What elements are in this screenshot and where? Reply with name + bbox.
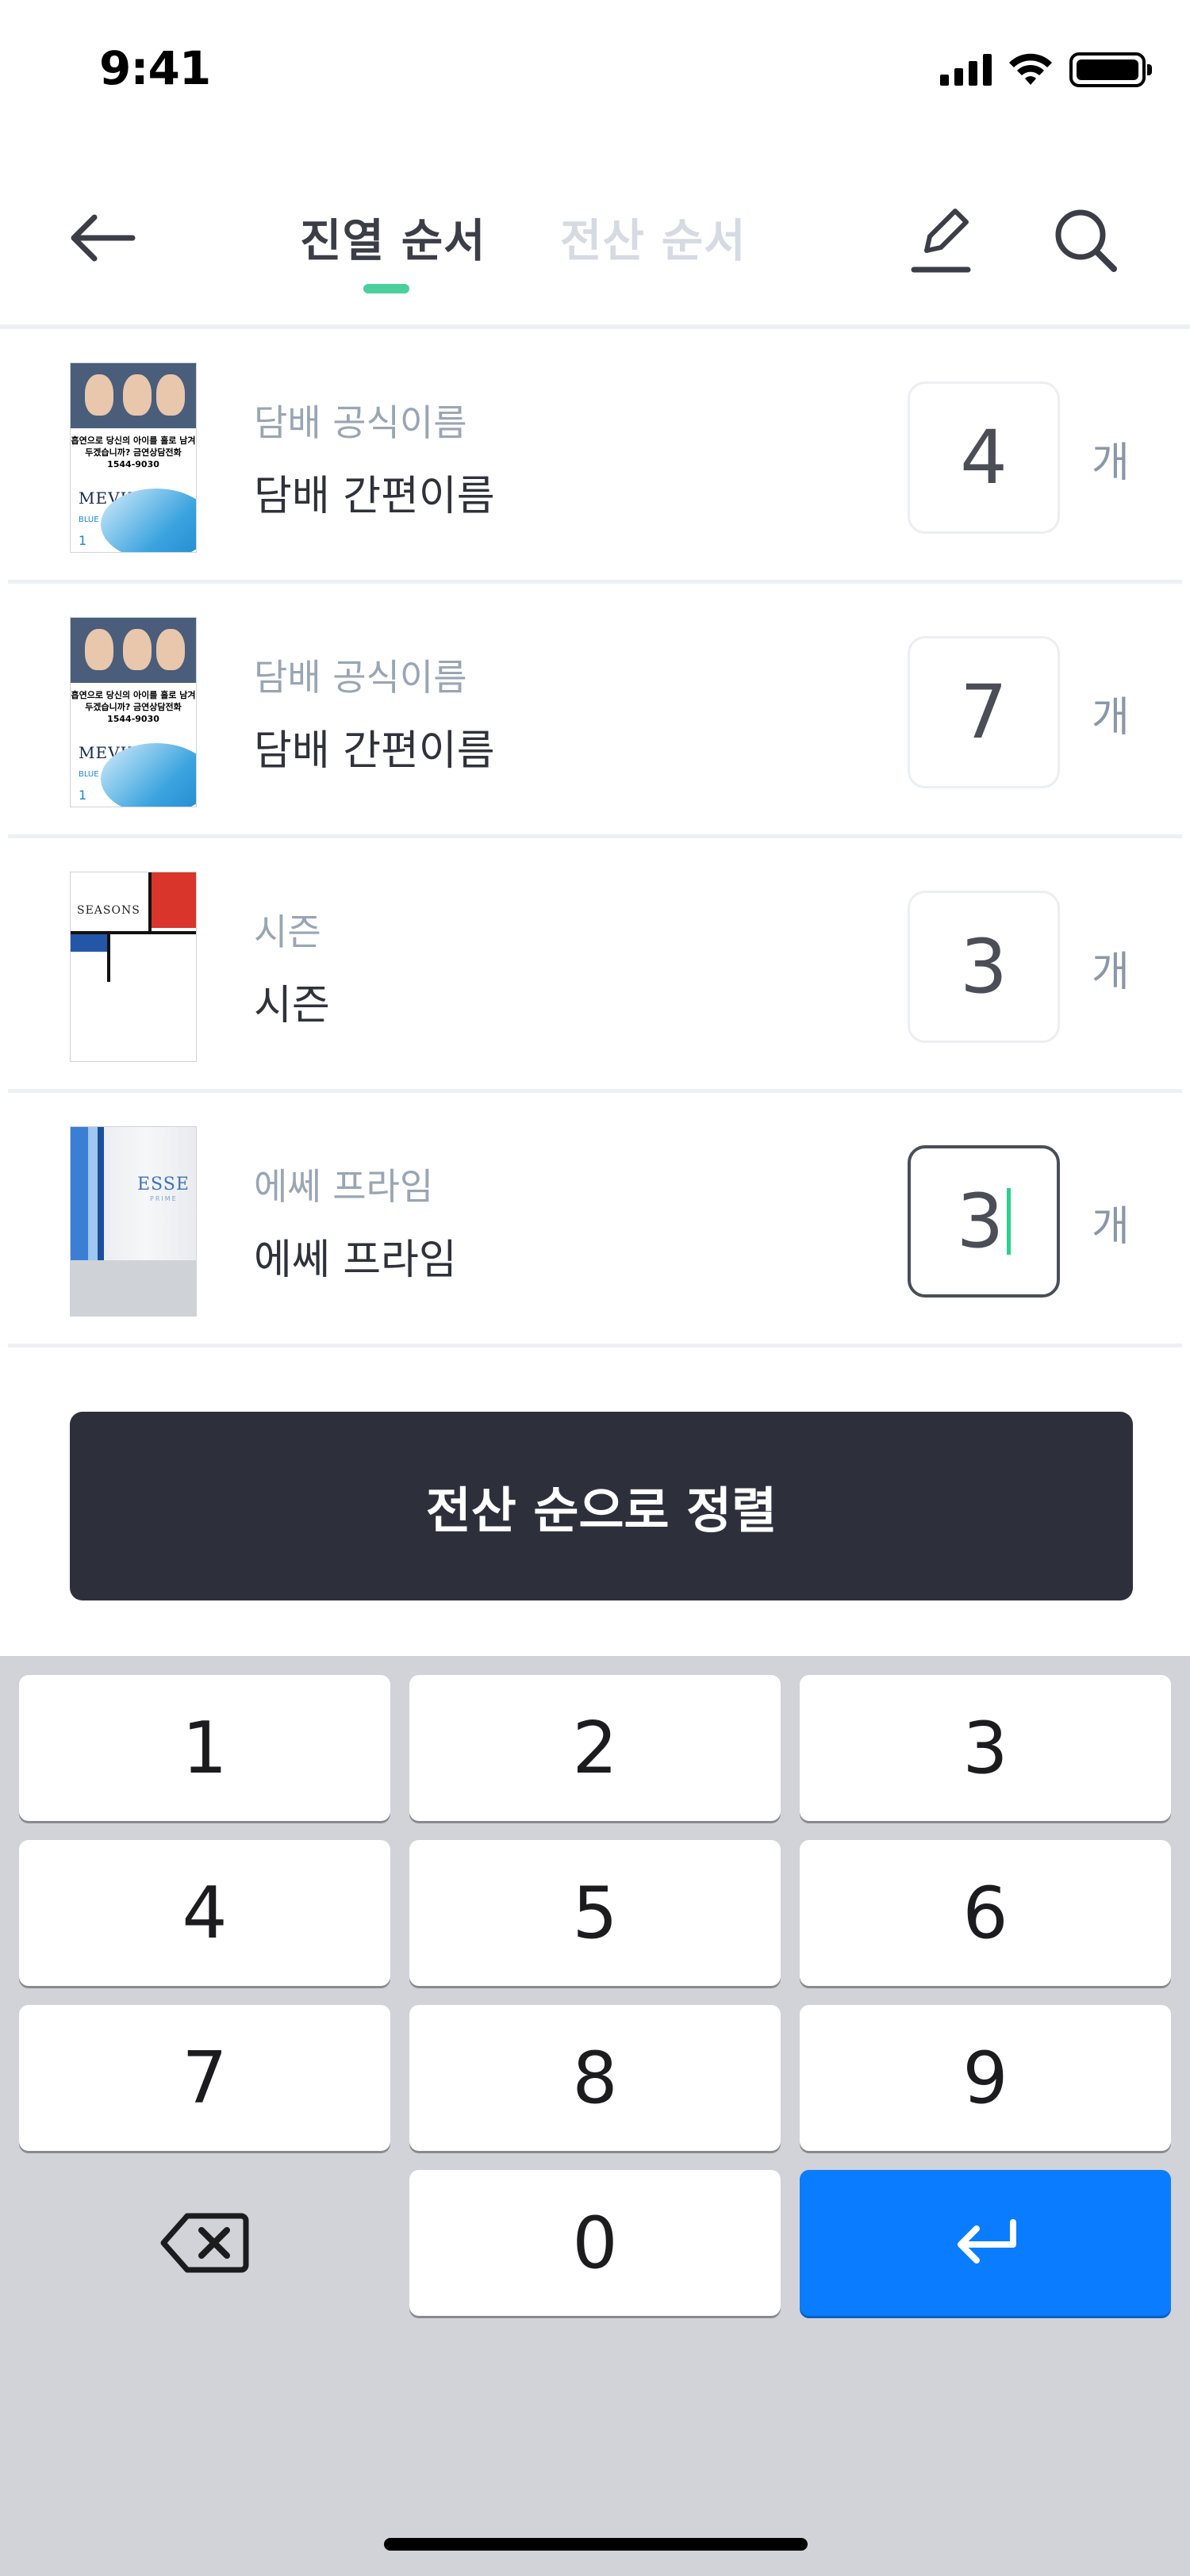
list-item[interactable]: SEASONS 시즌 시즌 3 개 — [8, 838, 1182, 1093]
short-name: 담배 간편이름 — [254, 473, 495, 520]
quantity-value: 3 — [956, 1178, 1004, 1265]
arrow-left-icon — [71, 214, 136, 262]
short-name: 시즌 — [254, 982, 330, 1029]
unit-label: 개 — [1092, 1203, 1130, 1251]
tab-system-order[interactable]: 전산 순서 — [560, 205, 747, 270]
key-8[interactable]: 8 — [409, 2005, 781, 2151]
pencil-icon — [911, 209, 971, 273]
status-icons — [940, 52, 1152, 87]
quantity-input-focused[interactable]: 3 — [908, 1145, 1060, 1298]
quantity-input[interactable]: 7 — [908, 636, 1060, 788]
unit-label: 개 — [1092, 439, 1130, 487]
battery-icon — [1069, 52, 1152, 87]
key-6[interactable]: 6 — [800, 1840, 1171, 1986]
key-2[interactable]: 2 — [409, 1675, 781, 1821]
edit-button[interactable] — [900, 200, 979, 279]
quantity-input[interactable]: 3 — [908, 891, 1060, 1043]
text-caret — [1007, 1188, 1012, 1255]
backspace-icon — [160, 2213, 249, 2273]
product-image: SEASONS — [70, 872, 197, 1062]
return-icon — [958, 2219, 1016, 2264]
search-button[interactable] — [1047, 200, 1127, 279]
home-indicator — [384, 2538, 808, 2551]
sort-by-system-order-button[interactable]: 전산 순으로 정렬 — [70, 1412, 1133, 1600]
official-name: 시즌 — [254, 910, 321, 953]
key-1[interactable]: 1 — [19, 1675, 390, 1821]
list-item[interactable]: 흡연으로 당신의 아이를 홀로 남겨두겠습니까? 금연상담전화 1544-903… — [8, 329, 1182, 584]
product-image: 흡연으로 당신의 아이를 홀로 남겨두겠습니까? 금연상담전화 1544-903… — [70, 362, 197, 553]
key-3[interactable]: 3 — [800, 1675, 1171, 1821]
unit-label: 개 — [1092, 694, 1130, 742]
product-image: ESSE PRIME — [70, 1126, 197, 1317]
delete-key[interactable] — [19, 2170, 390, 2316]
official-name: 에쎄 프라임 — [254, 1165, 434, 1208]
list-item[interactable]: 흡연으로 당신의 아이를 홀로 남겨두겠습니까? 금연상담전화 1544-903… — [8, 584, 1182, 838]
official-name: 담배 공식이름 — [254, 401, 467, 444]
status-bar: 9:41 — [0, 0, 1190, 143]
search-icon — [1055, 209, 1117, 272]
unit-label: 개 — [1092, 949, 1130, 996]
header: 진열 순서 전산 순서 — [0, 143, 1190, 329]
short-name: 에쎄 프라임 — [254, 1236, 457, 1284]
cigarette-list: 흡연으로 당신의 아이를 홀로 남겨두겠습니까? 금연상담전화 1544-903… — [0, 329, 1190, 1347]
product-image: 흡연으로 당신의 아이를 홀로 남겨두겠습니까? 금연상담전화 1544-903… — [70, 617, 197, 807]
key-5[interactable]: 5 — [409, 1840, 781, 1986]
short-name: 담배 간편이름 — [254, 727, 495, 775]
key-0[interactable]: 0 — [409, 2170, 781, 2316]
wifi-icon — [1009, 53, 1052, 85]
enter-key[interactable] — [800, 2170, 1171, 2316]
official-name: 담배 공식이름 — [254, 656, 467, 699]
status-time: 9:41 — [99, 41, 211, 95]
list-item[interactable]: ESSE PRIME 에쎄 프라임 에쎄 프라임 3 개 — [8, 1093, 1182, 1347]
back-button[interactable] — [62, 198, 141, 278]
tab-active-indicator — [363, 284, 409, 293]
tab-display-order[interactable]: 진열 순서 — [300, 205, 486, 270]
key-7[interactable]: 7 — [19, 2005, 390, 2151]
key-9[interactable]: 9 — [800, 2005, 1171, 2151]
key-4[interactable]: 4 — [19, 1840, 390, 1986]
numeric-keypad: 1 2 3 4 5 6 7 8 9 0 — [0, 1656, 1190, 2576]
cellular-signal-icon — [940, 54, 992, 86]
quantity-input[interactable]: 4 — [908, 381, 1060, 534]
